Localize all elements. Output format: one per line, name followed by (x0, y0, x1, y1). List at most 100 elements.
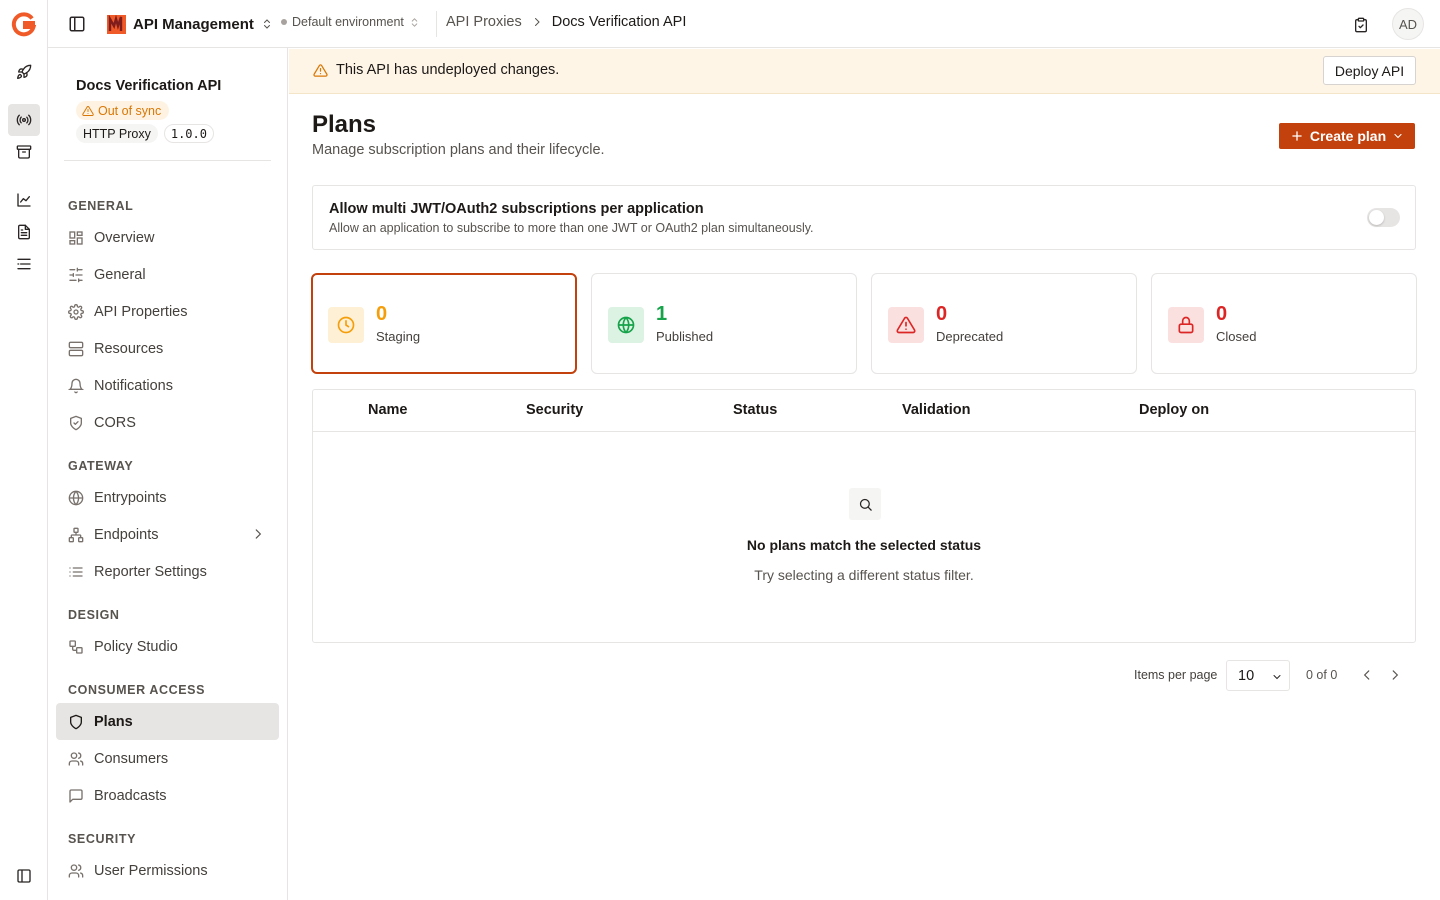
nav-item-label: Endpoints (94, 526, 159, 543)
nav-item-reporter-settings[interactable]: Reporter Settings (56, 553, 279, 590)
breadcrumb-current: Docs Verification API (551, 14, 687, 30)
environment-switcher[interactable]: Default environment (281, 15, 420, 29)
nav-item-general[interactable]: General (56, 256, 279, 293)
plans-table: Name Security Status Validation Deploy o… (312, 389, 1416, 643)
nav-item-consumers[interactable]: Consumers (56, 740, 279, 777)
api-header: Docs Verification API Out of sync HTTP P… (76, 78, 276, 143)
nav-item-label: CORS (94, 414, 136, 431)
clipboard-check-icon[interactable] (1353, 14, 1375, 36)
analytics-icon[interactable] (8, 184, 40, 216)
warning-icon (313, 63, 328, 78)
create-plan-button[interactable]: Create plan (1279, 123, 1415, 149)
page-title: Plans (312, 111, 377, 138)
nav-item-broadcasts[interactable]: Broadcasts (56, 777, 279, 814)
breadcrumb-api-proxies[interactable]: API Proxies (446, 14, 522, 30)
nav-item-label: Overview (94, 229, 155, 246)
section-consumer-access: CONSUMER ACCESS (68, 683, 206, 697)
sync-status-badge: Out of sync (76, 101, 170, 120)
sync-status-text: Out of sync (98, 103, 162, 118)
nav-item-overview[interactable]: Overview (56, 219, 279, 256)
nav-item-user-permissions[interactable]: User Permissions (56, 852, 279, 889)
closed-label: Closed (1216, 329, 1257, 344)
column-security[interactable]: Security (526, 402, 583, 418)
message-square-icon (68, 788, 84, 804)
page-subtitle: Manage subscription plans and their life… (312, 142, 605, 158)
nav-item-notifications[interactable]: Notifications (56, 367, 279, 404)
nav-item-label: Policy Studio (94, 638, 178, 655)
nav-item-entrypoints[interactable]: Entrypoints (56, 479, 279, 516)
published-count: 1 (656, 303, 668, 325)
status-card-closed[interactable]: 0 Closed (1151, 273, 1417, 374)
list-icon[interactable] (8, 248, 40, 280)
api-version-badge: 1.0.0 (163, 124, 214, 143)
chevron-down-icon (1392, 130, 1404, 142)
document-icon[interactable] (8, 216, 40, 248)
nav-item-plans[interactable]: Plans (56, 703, 279, 740)
expand-panel-icon[interactable] (8, 860, 40, 892)
column-validation[interactable]: Validation (902, 402, 971, 418)
items-per-page-value: 10 (1238, 668, 1255, 684)
nav-item-label: General (94, 266, 146, 283)
nav-item-resources[interactable]: Resources (56, 330, 279, 367)
deprecated-label: Deprecated (936, 329, 1004, 344)
gravitee-logo-icon[interactable] (11, 11, 37, 37)
archive-icon[interactable] (8, 136, 40, 168)
column-deploy-on[interactable]: Deploy on (1139, 402, 1209, 418)
published-label: Published (656, 329, 714, 344)
column-status[interactable]: Status (733, 402, 777, 418)
nav-item-cors[interactable]: CORS (56, 404, 279, 441)
broadcast-icon[interactable] (8, 104, 40, 136)
nav-item-endpoints[interactable]: Endpoints (56, 516, 279, 553)
nav-item-api-properties[interactable]: API Properties (56, 293, 279, 330)
multi-subscription-setting: Allow multi JWT/OAuth2 subscriptions per… (312, 185, 1416, 250)
status-card-deprecated[interactable]: 0 Deprecated (871, 273, 1137, 374)
users-icon (68, 863, 84, 879)
section-general: GENERAL (68, 199, 134, 213)
status-card-published[interactable]: 1 Published (591, 273, 857, 374)
app-rail (0, 0, 48, 900)
shield-check-icon (68, 415, 84, 431)
clock-icon (328, 307, 364, 343)
column-name[interactable]: Name (368, 402, 408, 418)
empty-state-title: No plans match the selected status (746, 537, 982, 553)
next-page-icon[interactable] (1388, 668, 1402, 682)
nav-item-label: User Permissions (94, 862, 208, 879)
environment-name: Default environment (292, 15, 404, 29)
sidebar-toggle-icon[interactable] (68, 14, 88, 34)
warning-icon (888, 307, 924, 343)
top-bar: API Management Default environment API P… (48, 0, 1440, 48)
section-gateway: GATEWAY (68, 459, 134, 473)
deprecated-count: 0 (936, 303, 948, 325)
items-per-page-select[interactable]: 10 (1226, 660, 1290, 691)
section-security: SECURITY (68, 832, 137, 846)
api-type-badge: HTTP Proxy (76, 124, 158, 143)
topbar-divider (436, 11, 437, 37)
globe-icon (608, 307, 644, 343)
environment-status-dot (281, 19, 287, 25)
closed-count: 0 (1216, 303, 1228, 325)
list-icon (68, 564, 84, 580)
app-switcher[interactable]: API Management (107, 13, 273, 35)
multi-subscription-toggle[interactable] (1367, 208, 1400, 227)
status-card-staging[interactable]: 0 Staging (311, 273, 577, 374)
staging-count: 0 (376, 303, 388, 325)
shield-icon (68, 714, 84, 730)
rocket-icon[interactable] (8, 56, 40, 88)
items-per-page-label: Items per page (1134, 668, 1218, 682)
avatar[interactable]: AD (1392, 8, 1424, 40)
users-icon (68, 751, 84, 767)
section-design: DESIGN (68, 608, 120, 622)
sliders-icon (68, 267, 84, 283)
setting-description: Allow an application to subscribe to mor… (329, 221, 814, 235)
previous-page-icon[interactable] (1360, 668, 1374, 682)
chevron-right-icon (531, 16, 543, 28)
nav-item-label: Resources (94, 340, 164, 357)
banner-message: This API has undeployed changes. (336, 62, 560, 78)
deploy-api-button[interactable]: Deploy API (1323, 56, 1416, 85)
chevron-up-down-icon (261, 18, 273, 30)
nav-item-policy-studio[interactable]: Policy Studio (56, 628, 279, 665)
nav-item-label: Consumers (94, 750, 169, 767)
nav-item-label: Reporter Settings (94, 563, 207, 580)
search-icon (849, 488, 881, 520)
nav-item-label: Notifications (94, 377, 173, 394)
